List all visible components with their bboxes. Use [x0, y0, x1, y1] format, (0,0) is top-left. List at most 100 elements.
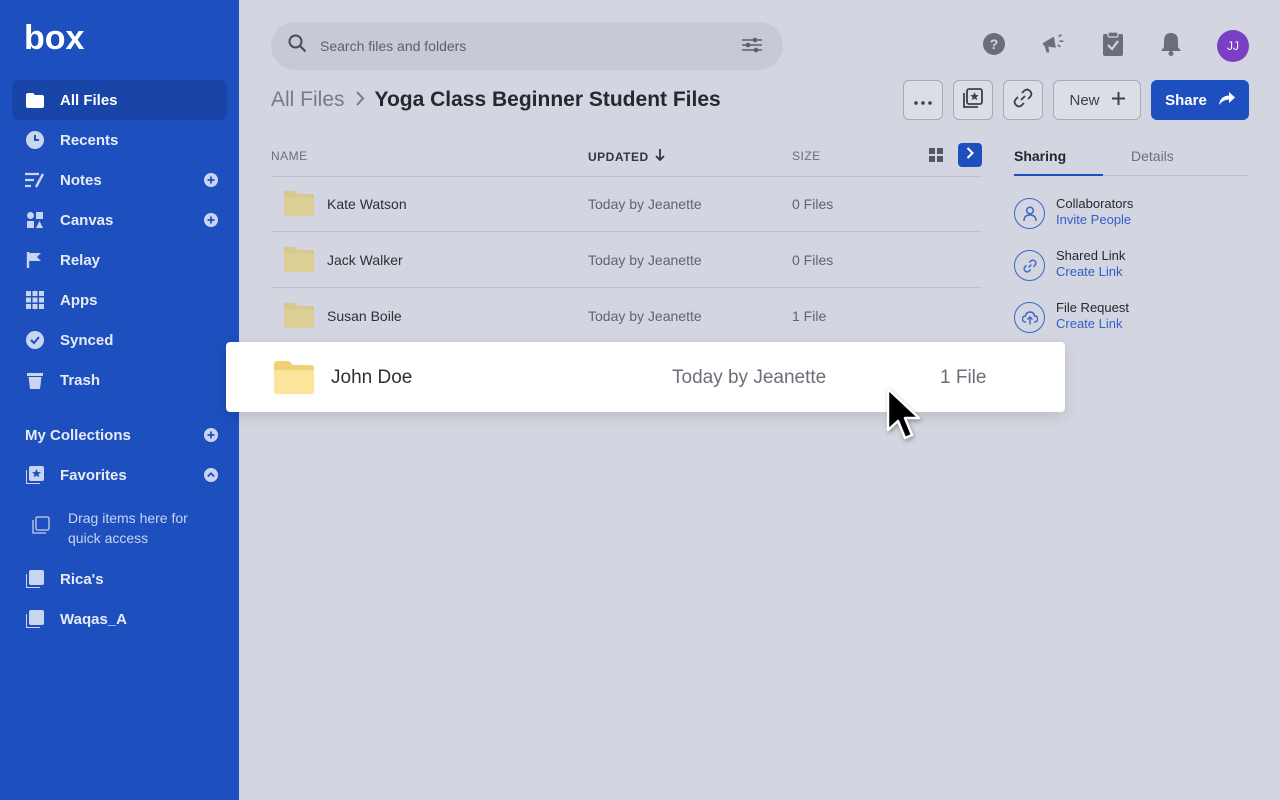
search-bar[interactable]: Search files and folders: [271, 22, 783, 70]
table-row[interactable]: Susan Boile Today by Jeanette 1 File: [271, 288, 982, 343]
sidebar-item-label: All Files: [60, 91, 118, 109]
file-request-option[interactable]: File Request Create Link: [1014, 300, 1248, 340]
link-icon: [1014, 250, 1045, 281]
sidebar-collection-waqas[interactable]: Waqas_A: [12, 599, 227, 639]
row-size: 0 Files: [792, 252, 834, 268]
sidebar-item-relay[interactable]: Relay: [12, 240, 227, 280]
canvas-icon: [25, 210, 45, 230]
sidebar-item-label: Rica's: [60, 570, 104, 588]
collaborators-title: Collaborators: [1056, 196, 1134, 211]
active-tab-indicator: [1014, 174, 1103, 176]
sidebar-item-synced[interactable]: Synced: [12, 320, 227, 360]
sort-down-arrow-icon: [654, 149, 665, 164]
sidebar-item-label: Recents: [60, 131, 119, 149]
help-icon[interactable]: ?: [981, 31, 1007, 57]
folder-icon: [284, 303, 314, 333]
announcements-megaphone-icon[interactable]: [1040, 31, 1066, 57]
tab-details[interactable]: Details: [1131, 148, 1174, 164]
sidebar-item-notes[interactable]: Notes: [12, 160, 227, 200]
invite-people-link[interactable]: Invite People: [1056, 212, 1131, 227]
column-header-size[interactable]: SIZE: [792, 149, 821, 163]
sidebar-item-canvas[interactable]: Canvas: [12, 200, 227, 240]
add-canvas-icon[interactable]: [204, 213, 218, 227]
grid-view-icon[interactable]: [929, 148, 943, 167]
chevron-right-icon: [355, 88, 365, 112]
file-request-title: File Request: [1056, 300, 1129, 315]
row-size: 0 Files: [792, 196, 834, 212]
person-icon: [1014, 198, 1045, 229]
search-icon: [288, 34, 307, 58]
row-name[interactable]: Jack Walker: [327, 252, 403, 268]
column-header-name[interactable]: NAME: [271, 149, 308, 163]
collapse-favorites-icon[interactable]: [204, 468, 218, 482]
check-circle-icon: [25, 330, 45, 350]
sidebar-item-recents[interactable]: Recents: [12, 120, 227, 160]
new-button[interactable]: New: [1053, 80, 1141, 120]
favorites-drop-zone[interactable]: Drag items here for quick access: [32, 508, 208, 548]
star-box-icon: [25, 465, 45, 485]
share-button-label: Share: [1165, 91, 1207, 109]
notifications-bell-icon[interactable]: [1158, 31, 1184, 57]
folder-icon: [274, 361, 314, 399]
clock-icon: [25, 130, 45, 150]
toggle-sidebar-button[interactable]: [958, 143, 982, 167]
add-note-icon[interactable]: [204, 173, 218, 187]
sidebar: box All Files Recents Notes Canvas Relay…: [0, 0, 239, 800]
breadcrumb-all-files[interactable]: All Files: [271, 88, 345, 112]
row-updated: Today by Jeanette: [588, 252, 702, 268]
row-size: 1 File: [940, 367, 987, 388]
dragging-table-row[interactable]: John Doe Today by Jeanette 1 File: [226, 342, 1065, 412]
folder-icon: [284, 247, 314, 277]
column-header-updated[interactable]: UPDATED: [588, 149, 665, 164]
column-header-updated-label: UPDATED: [588, 149, 649, 164]
table-row[interactable]: Kate Watson Today by Jeanette 0 Files: [271, 176, 982, 231]
filter-sliders-icon[interactable]: [741, 37, 763, 58]
sidebar-item-label: Synced: [60, 331, 114, 349]
trash-icon: [25, 370, 45, 390]
new-button-label: New: [1069, 91, 1100, 109]
my-collections-label: My Collections: [25, 426, 131, 444]
collaborators-option[interactable]: Collaborators Invite People: [1014, 196, 1248, 236]
sidebar-item-favorites[interactable]: Favorites: [12, 455, 227, 495]
tasks-clipboard-icon[interactable]: [1100, 31, 1126, 57]
sidebar-item-label: Waqas_A: [60, 610, 127, 628]
box-logo-icon: box: [24, 19, 85, 57]
row-size: 1 File: [792, 308, 827, 324]
star-collection-icon: [963, 88, 983, 112]
link-icon: [1013, 88, 1033, 112]
more-options-button[interactable]: [903, 80, 943, 120]
sidebar-collection-ricas[interactable]: Rica's: [12, 559, 227, 599]
chevron-right-icon: [966, 146, 974, 164]
row-name[interactable]: Kate Watson: [327, 196, 407, 212]
share-button[interactable]: Share: [1151, 80, 1249, 120]
sidebar-item-all-files[interactable]: All Files: [12, 80, 227, 120]
shared-link-title: Shared Link: [1056, 248, 1126, 263]
notes-icon: [25, 170, 45, 190]
plus-icon: [1111, 91, 1125, 109]
create-shared-link[interactable]: Create Link: [1056, 264, 1122, 279]
drag-hint-text: Drag items here for quick access: [68, 510, 188, 546]
search-input[interactable]: Search files and folders: [320, 38, 466, 54]
sidebar-item-label: Trash: [60, 371, 101, 389]
svg-text:?: ?: [990, 36, 999, 52]
tab-sharing[interactable]: Sharing: [1014, 148, 1066, 164]
upload-cloud-icon: [1014, 302, 1045, 333]
sidebar-item-label: Notes: [60, 171, 102, 189]
create-file-request-link[interactable]: Create Link: [1056, 316, 1122, 331]
box-logo[interactable]: box: [24, 19, 86, 57]
row-updated: Today by Jeanette: [588, 196, 702, 212]
copy-link-button[interactable]: [1003, 80, 1043, 120]
add-to-collection-button[interactable]: [953, 80, 993, 120]
shared-link-option[interactable]: Shared Link Create Link: [1014, 248, 1248, 288]
sidebar-item-trash[interactable]: Trash: [12, 360, 227, 400]
row-name[interactable]: Susan Boile: [327, 308, 402, 324]
sidebar-item-apps[interactable]: Apps: [12, 280, 227, 320]
apps-grid-icon: [25, 290, 45, 310]
row-name: John Doe: [331, 367, 413, 388]
table-row[interactable]: Jack Walker Today by Jeanette 0 Files: [271, 232, 982, 287]
mouse-pointer-icon: [884, 386, 930, 451]
folder-icon: [25, 90, 45, 110]
user-avatar[interactable]: JJ: [1217, 30, 1249, 62]
sidebar-my-collections[interactable]: My Collections: [12, 415, 227, 455]
add-collection-icon[interactable]: [204, 428, 218, 442]
